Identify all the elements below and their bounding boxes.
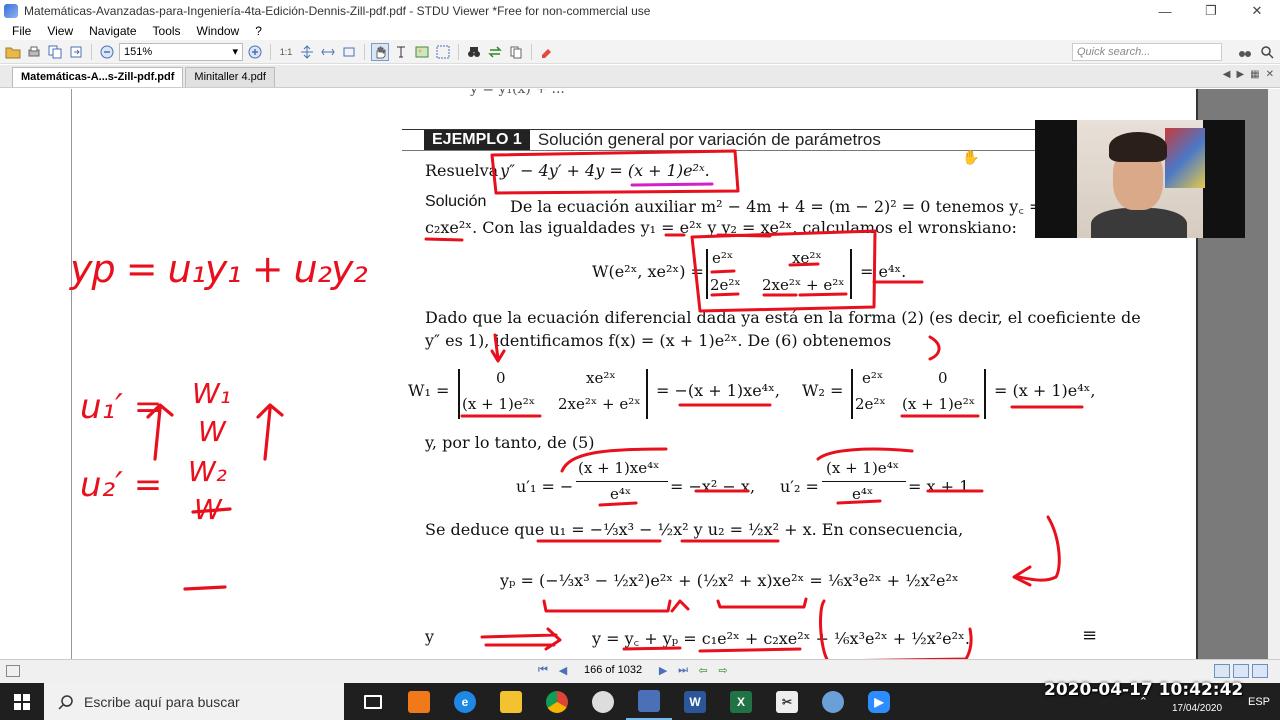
search-icon (58, 694, 73, 710)
tab-next-icon[interactable]: ▶ (1236, 69, 1244, 80)
zoom-out-icon[interactable] (98, 43, 116, 61)
chevron-down-icon: ▾ (232, 46, 238, 58)
menu-window[interactable]: Window (189, 24, 248, 38)
continuous-view-icon[interactable] (1233, 664, 1249, 678)
snipping-tool-icon[interactable]: ✂ (764, 683, 810, 720)
tab-minitaller[interactable]: Minitaller 4.pdf (185, 67, 275, 87)
app-icon[interactable] (580, 683, 626, 720)
app-icon (4, 4, 18, 18)
search-icon[interactable] (1258, 43, 1276, 61)
page-annotations (424, 149, 1084, 659)
menu-file[interactable]: File (4, 24, 39, 38)
close-button[interactable]: ✕ (1234, 0, 1280, 22)
next-page-icon[interactable]: ▶ (656, 663, 670, 677)
snapshot-icon[interactable] (434, 43, 452, 61)
separator (364, 43, 365, 60)
start-button[interactable] (0, 683, 44, 720)
menu-view[interactable]: View (39, 24, 81, 38)
pages-icon[interactable] (507, 43, 525, 61)
fit-visible-icon[interactable] (340, 43, 358, 61)
page-counter[interactable]: 166 of 1032 (576, 664, 650, 676)
image-select-icon[interactable] (413, 43, 431, 61)
menu-navigate[interactable]: Navigate (81, 24, 144, 38)
hand-tool-icon[interactable] (371, 42, 389, 61)
first-page-icon[interactable]: ⏮ (536, 663, 550, 677)
vertical-scrollbar[interactable] (1268, 89, 1280, 659)
text-select-icon[interactable] (392, 43, 410, 61)
separator (270, 43, 271, 60)
single-page-view-icon[interactable] (1214, 664, 1230, 678)
title-bar: Matemáticas-Avanzadas-para-Ingeniería-4t… (0, 0, 1280, 22)
separator (91, 43, 92, 60)
tab-list-icon[interactable]: ▦ (1250, 69, 1259, 80)
tab-document-zill[interactable]: Matemáticas-A...s-Zill-pdf.pdf (12, 67, 184, 87)
find-icon[interactable] (465, 43, 483, 61)
fit-page-icon[interactable] (298, 43, 316, 61)
minimize-button[interactable]: — (1142, 0, 1188, 22)
word-icon[interactable]: W (672, 683, 718, 720)
toolbar: 151% ▾ 1:1 Quick search... (0, 40, 1280, 64)
facing-view-icon[interactable] (1252, 664, 1268, 678)
paint-icon[interactable] (810, 683, 856, 720)
separator (531, 43, 532, 60)
tab-close-icon[interactable]: ✕ (1266, 69, 1274, 80)
store-icon[interactable] (396, 683, 442, 720)
file-explorer-icon[interactable] (488, 683, 534, 720)
taskbar-date[interactable]: 17/04/2020 (1172, 703, 1222, 714)
zoom-select[interactable]: 151% ▾ (119, 42, 243, 61)
task-view-icon[interactable] (350, 683, 396, 720)
webcam-person-shirt (1091, 208, 1187, 238)
export-icon[interactable] (67, 43, 85, 61)
taskbar-search-placeholder: Escribe aquí para buscar (84, 693, 240, 710)
open-folder-icon[interactable] (4, 43, 22, 61)
zoom-value: 151% (124, 45, 153, 58)
copy-icon[interactable] (46, 43, 64, 61)
last-page-icon[interactable]: ⏭ (676, 663, 690, 677)
windows-logo-icon (14, 693, 30, 710)
chrome-icon[interactable] (534, 683, 580, 720)
menu-tools[interactable]: Tools (145, 24, 189, 38)
stdu-viewer-icon[interactable] (626, 683, 672, 720)
edge-icon[interactable]: e (442, 683, 488, 720)
fit-width-icon[interactable] (319, 43, 337, 61)
taskbar-search[interactable]: Escribe aquí para buscar (44, 683, 344, 720)
actual-size-icon[interactable]: 1:1 (277, 43, 295, 61)
webcam-overlay (1035, 120, 1245, 238)
sidebar-toggle-icon[interactable] (6, 665, 20, 677)
zoom-app-icon[interactable]: ▶ (856, 683, 902, 720)
history-back-icon[interactable]: ⇦ (696, 663, 710, 677)
window-title: Matemáticas-Avanzadas-para-Ingeniería-4t… (24, 4, 651, 18)
history-forward-icon[interactable]: ⇨ (716, 663, 730, 677)
tab-prev-icon[interactable]: ◀ (1223, 69, 1231, 80)
zoom-in-icon[interactable] (246, 43, 264, 61)
prev-page-icon[interactable]: ◀ (556, 663, 570, 677)
timestamp-overlay: 2020-04-17 10:42:42 (1044, 680, 1244, 700)
print-icon[interactable] (25, 43, 43, 61)
menu-help[interactable]: ? (247, 24, 270, 38)
quick-search-input[interactable]: Quick search... (1072, 43, 1222, 61)
search-options-icon[interactable] (1236, 43, 1254, 61)
language-indicator[interactable]: ESP (1248, 696, 1270, 708)
separator (458, 43, 459, 60)
webcam-person-hair (1109, 132, 1167, 162)
tab-bar: Matemáticas-A...s-Zill-pdf.pdf Minitalle… (0, 65, 1280, 88)
webcam-poster (1165, 128, 1205, 188)
excel-icon[interactable]: X (718, 683, 764, 720)
restore-button[interactable]: ❐ (1188, 0, 1234, 22)
menu-bar: File View Navigate Tools Window ? (0, 22, 1280, 40)
highlighter-icon[interactable] (538, 43, 556, 61)
back-forward-icon[interactable] (486, 43, 504, 61)
